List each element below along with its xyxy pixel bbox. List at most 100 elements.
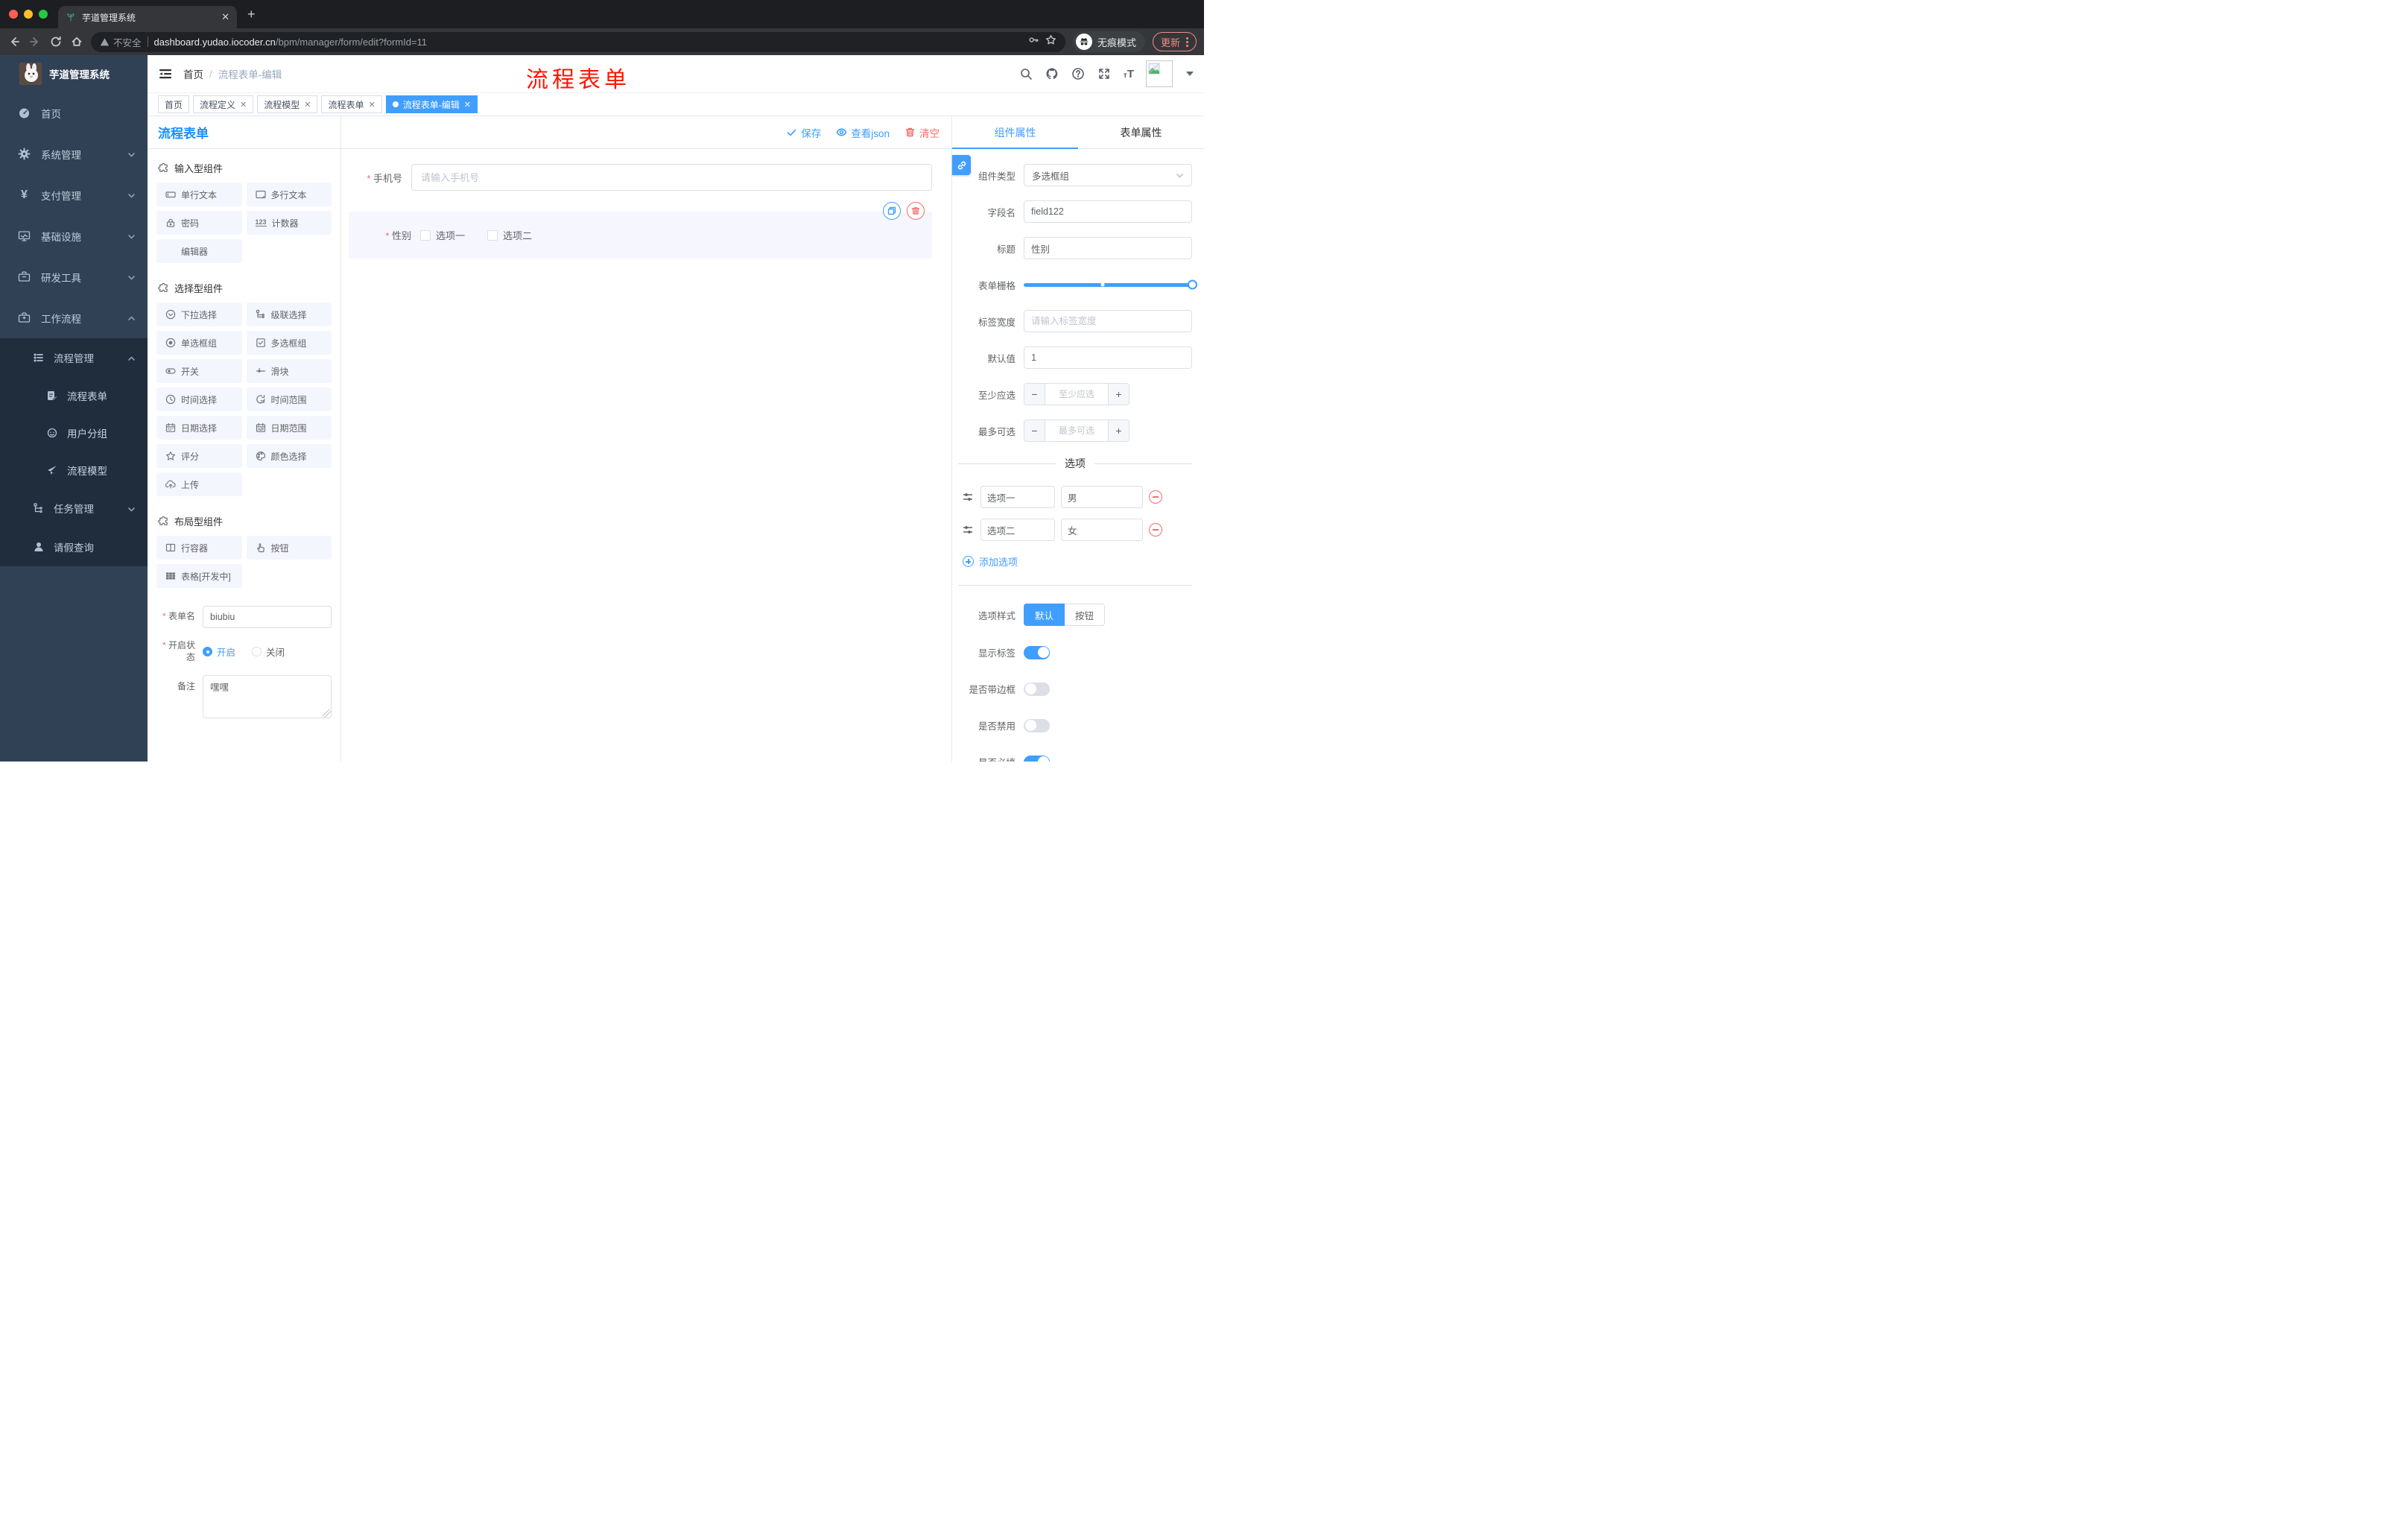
sidebar-item-workflow[interactable]: 工作流程: [0, 297, 148, 338]
checkbox-option-1[interactable]: 选项一: [420, 228, 465, 242]
phone-field-row[interactable]: 手机号: [349, 164, 932, 191]
radio-on[interactable]: [203, 647, 212, 657]
stepper-decrease-button[interactable]: −: [1024, 384, 1045, 405]
update-button[interactable]: 更新: [1152, 32, 1197, 51]
component-dropdown-select[interactable]: 下拉选择: [156, 303, 242, 326]
drag-handle-icon[interactable]: [961, 523, 975, 536]
address-bar[interactable]: 不安全 dashboard.yudao.iocoder.cn/bpm/manag…: [91, 31, 1065, 52]
search-icon[interactable]: [1019, 67, 1033, 81]
avatar-dropdown-caret[interactable]: [1186, 72, 1194, 76]
component-radio-group[interactable]: 单选框组: [156, 331, 242, 355]
form-grid-slider[interactable]: [1024, 273, 1197, 296]
component-date-picker[interactable]: 日期选择: [156, 416, 242, 440]
form-name-input[interactable]: [203, 606, 332, 628]
tag-process-form[interactable]: 流程表单 ✕: [321, 95, 382, 113]
remove-option-button[interactable]: [1149, 490, 1162, 504]
phone-input[interactable]: [411, 164, 932, 191]
tag-close-icon[interactable]: ✕: [240, 100, 247, 110]
clear-button[interactable]: 清空: [904, 125, 940, 140]
tag-process-model[interactable]: 流程模型 ✕: [257, 95, 318, 113]
field-name-input[interactable]: [1024, 200, 1192, 223]
sidebar-item-process-model[interactable]: 流程模型: [0, 452, 148, 489]
browser-tab[interactable]: 芋道管理系统 ✕: [58, 6, 237, 28]
components-panel-scroll[interactable]: 输入型组件 单行文本 多行文本 密码 123 计数器 编辑器 选择型组件 下拉选…: [148, 149, 340, 762]
close-window-button[interactable]: [9, 10, 18, 19]
default-value-input[interactable]: [1024, 346, 1192, 369]
font-size-icon[interactable]: тT: [1124, 68, 1134, 80]
component-date-range[interactable]: 日期范围: [246, 416, 332, 440]
option-label-input[interactable]: [980, 486, 1055, 508]
tag-home[interactable]: 首页: [158, 95, 190, 113]
title-input[interactable]: [1024, 237, 1192, 259]
properties-scroll[interactable]: 组件类型 多选框组 字段名 field122 标题 性别 表单栅格 标签宽度 请…: [952, 149, 1204, 762]
canvas-body[interactable]: 手机号 性别: [341, 149, 951, 762]
sidebar-item-process-form[interactable]: 流程表单: [0, 377, 148, 414]
style-button-button[interactable]: 按钮: [1065, 604, 1106, 626]
component-slider[interactable]: 滑块: [246, 359, 332, 383]
remove-option-button[interactable]: [1149, 523, 1162, 536]
save-button[interactable]: 保存: [786, 125, 821, 140]
tag-close-icon[interactable]: ✕: [369, 100, 376, 110]
tag-process-definition[interactable]: 流程定义 ✕: [193, 95, 254, 113]
tag-close-icon[interactable]: ✕: [304, 100, 311, 110]
sidebar-item-home[interactable]: 首页: [0, 92, 148, 133]
password-key-icon[interactable]: [1028, 34, 1039, 49]
selected-widget-gender[interactable]: 性别 选项一 选项二: [349, 202, 932, 259]
disabled-toggle[interactable]: [1024, 718, 1050, 732]
radio-off-label[interactable]: 关闭: [266, 645, 285, 659]
component-rate[interactable]: 评分: [156, 444, 242, 468]
component-color-picker[interactable]: 颜色选择: [246, 444, 332, 468]
required-toggle[interactable]: [1024, 755, 1050, 762]
component-checkbox-group[interactable]: 多选框组: [246, 331, 332, 355]
minimize-window-button[interactable]: [24, 10, 33, 19]
radio-on-label[interactable]: 开启: [217, 645, 235, 659]
bookmark-star-icon[interactable]: [1045, 34, 1056, 49]
label-width-input[interactable]: [1024, 310, 1192, 332]
copy-widget-button[interactable]: [883, 202, 901, 220]
option-label-input[interactable]: [980, 519, 1055, 541]
sidebar-item-system[interactable]: 系统管理: [0, 133, 148, 174]
help-icon[interactable]: [1071, 67, 1086, 81]
component-cascade-select[interactable]: 级联选择: [246, 303, 332, 326]
component-multi-line-text[interactable]: 多行文本: [246, 183, 332, 206]
radio-off[interactable]: [252, 647, 262, 657]
show-label-toggle[interactable]: [1024, 645, 1050, 659]
component-password[interactable]: 密码: [156, 211, 242, 235]
sidebar-item-process-management[interactable]: 流程管理: [0, 338, 148, 377]
sidebar-item-payment[interactable]: ¥ 支付管理: [0, 174, 148, 215]
browser-menu-icon[interactable]: [1186, 37, 1188, 47]
form-remark-textarea[interactable]: 嘿嘿: [203, 675, 332, 719]
option-value-input[interactable]: [1061, 486, 1143, 508]
component-upload[interactable]: 上传: [156, 472, 242, 496]
stepper-increase-button[interactable]: +: [1108, 384, 1129, 405]
slider-track[interactable]: [1024, 279, 1197, 290]
sidebar-item-devtools[interactable]: 研发工具: [0, 256, 148, 297]
stepper-decrease-button[interactable]: −: [1024, 420, 1045, 441]
checkbox-box[interactable]: [420, 229, 431, 241]
new-tab-button[interactable]: +: [247, 7, 256, 21]
link-tag-button[interactable]: [952, 155, 971, 175]
component-counter[interactable]: 123 计数器: [246, 211, 332, 235]
min-select-input[interactable]: [1045, 384, 1108, 405]
option-value-input[interactable]: [1061, 519, 1143, 541]
checkbox-box[interactable]: [487, 229, 498, 241]
sidebar-item-user-group[interactable]: 用户分组: [0, 414, 148, 452]
checkbox-option-2[interactable]: 选项二: [487, 228, 532, 242]
border-toggle[interactable]: [1024, 682, 1050, 696]
add-option-button[interactable]: 添加选项: [963, 554, 1192, 569]
component-time-picker[interactable]: 时间选择: [156, 387, 242, 411]
component-time-range[interactable]: 时间范围: [246, 387, 332, 411]
breadcrumb-home[interactable]: 首页: [183, 66, 203, 81]
sidebar-item-leave-query[interactable]: 请假查询: [0, 528, 148, 566]
forward-icon[interactable]: [28, 35, 42, 48]
avatar[interactable]: [1146, 60, 1173, 87]
zoom-window-button[interactable]: [39, 10, 48, 19]
stepper-increase-button[interactable]: +: [1108, 420, 1129, 441]
tab-form-properties[interactable]: 表单属性: [1078, 116, 1204, 148]
fullscreen-icon[interactable]: [1097, 67, 1112, 81]
max-select-input[interactable]: [1045, 420, 1108, 441]
component-type-select[interactable]: 多选框组: [1024, 164, 1192, 186]
slider-handle[interactable]: [1188, 279, 1197, 290]
tab-component-properties[interactable]: 组件属性: [952, 116, 1078, 148]
style-default-button[interactable]: 默认: [1024, 604, 1065, 626]
